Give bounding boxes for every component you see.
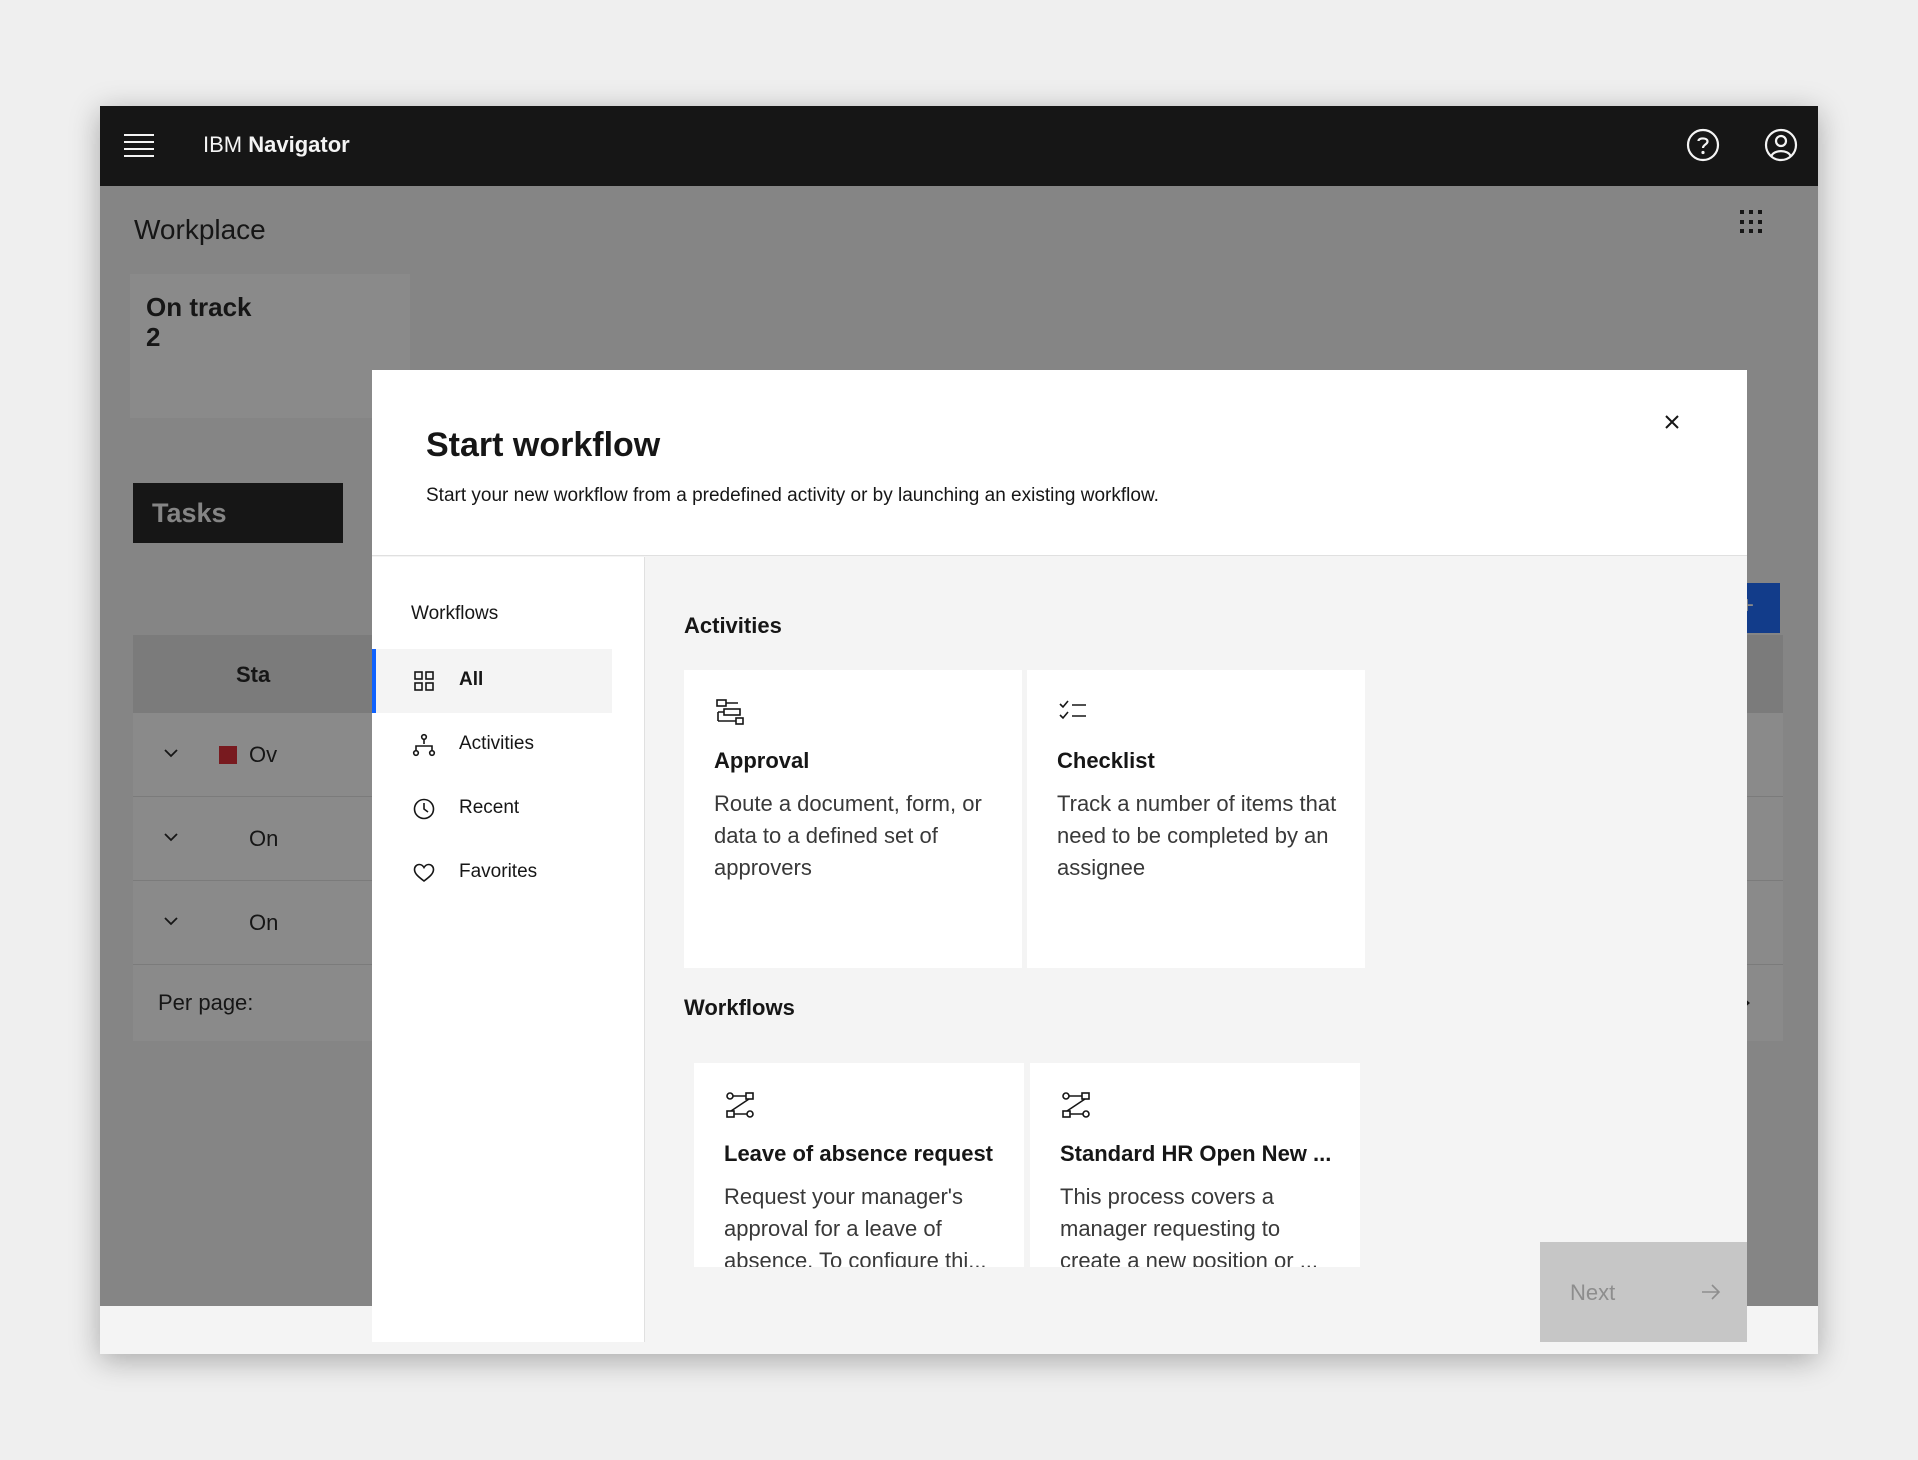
modal-description: Start your new workflow from a predefine… xyxy=(426,485,1159,506)
card-title: Approval xyxy=(714,748,810,773)
activity-card-approval[interactable]: Approval Route a document, form, or data… xyxy=(684,670,1022,968)
approval-icon xyxy=(716,699,744,725)
card-description: Route a document, form, or data to a def… xyxy=(714,791,982,880)
workflow-icon xyxy=(1062,1092,1090,1118)
product-name: IBM Navigator xyxy=(203,132,350,157)
card-description: Request your manager's approval for a le… xyxy=(724,1184,987,1267)
user-avatar-icon[interactable] xyxy=(1761,125,1801,165)
workflow-category-nav: Workflows All Activities Recent Favorite… xyxy=(372,557,645,1342)
top-navigation-bar: IBM Navigator xyxy=(100,106,1818,186)
card-title: Leave of absence request xyxy=(724,1141,994,1166)
modal-header: Start workflow Start your new workflow f… xyxy=(372,370,1747,556)
modal-title: Start workflow xyxy=(426,426,661,464)
checklist-icon xyxy=(1059,700,1086,720)
arrow-right-icon xyxy=(1702,1284,1721,1300)
help-icon[interactable] xyxy=(1683,125,1723,165)
card-title: Standard HR Open New ... xyxy=(1060,1141,1332,1166)
card-title: Checklist xyxy=(1057,748,1155,773)
grid-icon xyxy=(414,671,434,691)
next-button[interactable]: Next xyxy=(1540,1242,1747,1342)
nav-item-label: All xyxy=(459,669,484,690)
heart-icon xyxy=(413,863,435,883)
close-icon[interactable] xyxy=(1652,402,1692,442)
workflow-card-standard-hr[interactable]: Standard HR Open New ... This process co… xyxy=(1030,1063,1360,1267)
workflow-card-leave-of-absence[interactable]: Leave of absence request Request your ma… xyxy=(694,1063,1024,1267)
nav-heading: Workflows xyxy=(411,603,499,624)
nav-item-activities[interactable]: Activities xyxy=(372,713,612,777)
app-window: IBM Navigator Workplace On track 2 Tasks… xyxy=(100,106,1818,1354)
nav-item-recent[interactable]: Recent xyxy=(372,777,612,841)
nav-item-label: Recent xyxy=(459,797,520,818)
next-button-label: Next xyxy=(1570,1280,1616,1305)
nav-item-favorites[interactable]: Favorites xyxy=(372,841,612,905)
nav-item-label: Activities xyxy=(459,733,534,754)
workflows-section-title: Workflows xyxy=(684,995,795,1020)
nav-item-label: Favorites xyxy=(459,861,538,882)
start-workflow-modal: Start workflow Start your new workflow f… xyxy=(372,370,1747,1342)
workflow-icon xyxy=(726,1092,754,1118)
card-description: This process covers a manager requesting… xyxy=(1060,1184,1319,1267)
clock-icon xyxy=(413,798,435,820)
nav-item-all[interactable]: All xyxy=(372,649,612,713)
card-description: Track a number of items that need to be … xyxy=(1057,791,1337,880)
activity-card-checklist[interactable]: Checklist Track a number of items that n… xyxy=(1027,670,1365,968)
flow-icon xyxy=(412,733,436,757)
activities-section-title: Activities xyxy=(684,613,782,638)
menu-icon[interactable] xyxy=(124,134,154,158)
